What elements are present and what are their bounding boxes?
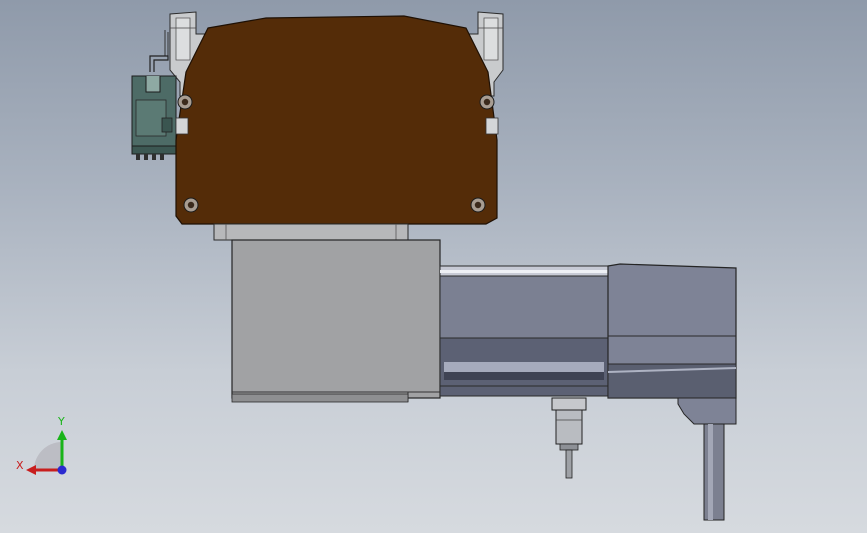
- brown-cover[interactable]: [175, 15, 499, 225]
- cover-screw-bottom-left: [183, 197, 199, 213]
- triad-y-label: Y: [58, 415, 65, 428]
- sensor-probe[interactable]: [551, 397, 587, 479]
- output-shaft[interactable]: [703, 423, 725, 521]
- graphics-viewport[interactable]: Y X: [0, 0, 867, 533]
- cover-screw-top-left: [177, 94, 193, 110]
- triad-x-label: X: [16, 459, 24, 472]
- cad-model[interactable]: [0, 0, 867, 533]
- cover-screw-top-right: [479, 94, 495, 110]
- coordinate-triad: [26, 430, 67, 475]
- actuator-body[interactable]: [439, 265, 609, 397]
- terminal-connector[interactable]: [131, 55, 177, 160]
- end-housing[interactable]: [607, 263, 737, 425]
- mounting-flange[interactable]: [213, 223, 409, 241]
- cover-screw-bottom-right: [470, 197, 486, 213]
- motor-body[interactable]: [231, 239, 441, 403]
